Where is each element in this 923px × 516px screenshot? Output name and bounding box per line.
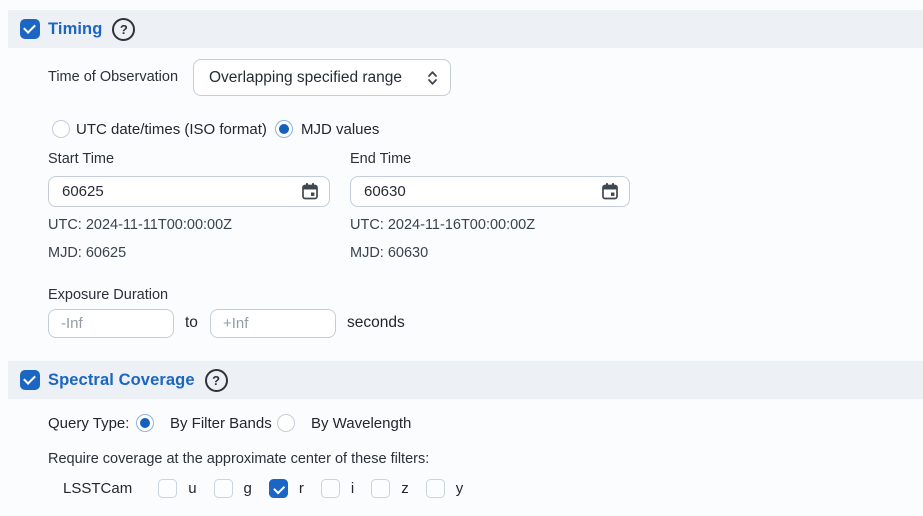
band-y-checkbox[interactable] (426, 479, 445, 498)
band-item-u: u (158, 479, 196, 498)
band-item-i: i (321, 479, 354, 498)
radio-by-wavelength[interactable] (277, 414, 295, 432)
band-y-label[interactable]: y (456, 480, 464, 497)
spectral-section-header: Spectral Coverage ? (8, 361, 923, 399)
band-g-checkbox[interactable] (214, 479, 233, 498)
band-u-label[interactable]: u (188, 480, 196, 497)
band-g-label[interactable]: g (244, 480, 252, 497)
observation-query-form: Timing ? Time of Observation Overlapping… (0, 0, 923, 516)
radio-utc-format[interactable] (52, 120, 70, 138)
band-i-label[interactable]: i (351, 480, 354, 497)
radio-mjd-values-label[interactable]: MJD values (301, 121, 379, 138)
instrument-label: LSSTCam (63, 480, 132, 497)
end-time-input[interactable] (350, 176, 630, 207)
end-time-utc-readout: UTC: 2024-11-16T00:00:00Z (350, 217, 535, 233)
radio-by-filter-bands[interactable] (136, 414, 154, 432)
radio-mjd-values[interactable] (275, 120, 293, 138)
timing-section-header: Timing ? (8, 10, 923, 48)
time-of-observation-select[interactable]: Overlapping specified range (193, 59, 451, 96)
end-time-label: End Time (350, 151, 411, 167)
band-i-checkbox[interactable] (321, 479, 340, 498)
start-time-input[interactable] (48, 176, 330, 207)
up-down-chevron-icon (427, 69, 438, 87)
band-item-r: r (269, 479, 304, 498)
band-z-checkbox[interactable] (371, 479, 390, 498)
exposure-min-input[interactable] (48, 309, 174, 338)
spectral-section-title: Spectral Coverage (48, 371, 195, 390)
start-time-utc-readout: UTC: 2024-11-11T00:00:00Z (48, 217, 232, 233)
band-z-label[interactable]: z (401, 480, 409, 497)
band-r-label[interactable]: r (299, 480, 304, 497)
timing-help-icon[interactable]: ? (112, 18, 135, 41)
exposure-max-input[interactable] (210, 309, 336, 338)
end-time-calendar-icon[interactable] (599, 181, 621, 203)
radio-utc-format-label[interactable]: UTC date/times (ISO format) (76, 121, 267, 138)
query-type-label: Query Type: (48, 415, 129, 432)
band-item-g: g (214, 479, 252, 498)
spectral-help-icon[interactable]: ? (205, 369, 228, 392)
exposure-duration-label: Exposure Duration (48, 287, 168, 303)
band-item-y: y (426, 479, 464, 498)
end-time-mjd-readout: MJD: 60630 (350, 245, 428, 261)
start-time-calendar-icon[interactable] (299, 181, 321, 203)
band-r-checkbox[interactable] (269, 479, 288, 498)
start-time-label: Start Time (48, 151, 114, 167)
band-u-checkbox[interactable] (158, 479, 177, 498)
exposure-to-label: to (185, 314, 198, 332)
exposure-unit-label: seconds (347, 314, 405, 332)
start-time-mjd-readout: MJD: 60625 (48, 245, 126, 261)
filter-bands-row: LSSTCam u g r i z y (63, 479, 480, 498)
spectral-section-checkbox[interactable] (20, 370, 40, 390)
timing-section-title: Timing (48, 20, 102, 39)
radio-by-filter-bands-label[interactable]: By Filter Bands (170, 415, 272, 432)
filter-coverage-label: Require coverage at the approximate cent… (48, 451, 429, 467)
time-of-observation-selected-value: Overlapping specified range (209, 69, 402, 87)
band-item-z: z (371, 479, 409, 498)
time-of-observation-label: Time of Observation (48, 69, 178, 85)
timing-section-checkbox[interactable] (20, 19, 40, 39)
radio-by-wavelength-label[interactable]: By Wavelength (311, 415, 411, 432)
